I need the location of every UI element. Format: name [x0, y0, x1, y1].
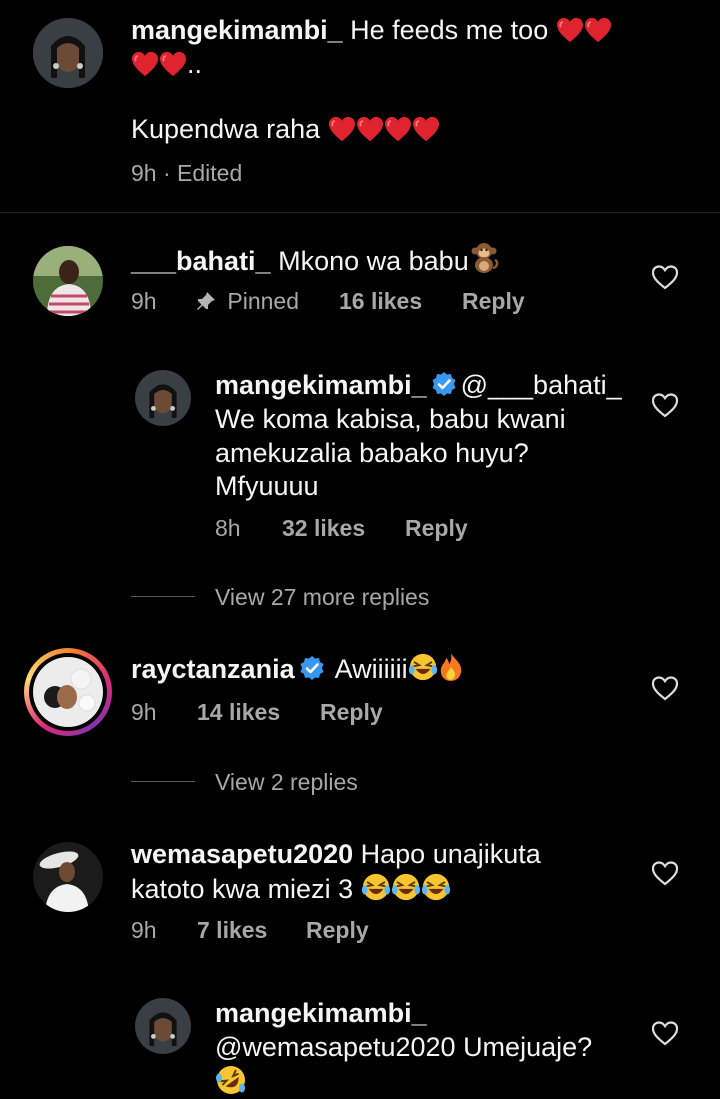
- verified-badge-icon: [431, 371, 457, 397]
- heart-outline-icon[interactable]: [651, 1020, 679, 1046]
- red-heart-emoji: [384, 116, 412, 142]
- replies-line: [131, 596, 195, 597]
- laughing-emoji: [361, 872, 391, 902]
- comment-text: amekuzalia babako huyu?: [215, 438, 529, 468]
- view-more-replies[interactable]: View 27 more replies: [215, 584, 429, 611]
- red-heart-emoji: [356, 116, 384, 142]
- pin-icon: [197, 292, 215, 310]
- comment-text: Mkono wa babu: [278, 246, 469, 276]
- story-ring[interactable]: [24, 648, 112, 736]
- reply-button[interactable]: Reply: [306, 917, 369, 944]
- comment-time: 9h: [131, 699, 157, 725]
- avatar[interactable]: [33, 246, 103, 316]
- comment-username[interactable]: mangekimambi_: [215, 370, 427, 400]
- rolling-laugh-emoji: [215, 1064, 247, 1096]
- comment-text: Awiiiiii: [334, 654, 408, 684]
- avatar: [29, 653, 107, 731]
- comment-text: @wemasapetu2020 Umejuaje?: [215, 1032, 593, 1062]
- laughing-emoji: [391, 872, 421, 902]
- heart-outline-icon[interactable]: [651, 264, 679, 290]
- comment-text-trailing: ..: [187, 49, 203, 79]
- comment-time: 9h: [131, 288, 157, 314]
- avatar[interactable]: [33, 18, 103, 88]
- red-heart-emoji: [131, 51, 159, 77]
- comment-username[interactable]: wemasapetu2020: [131, 839, 353, 869]
- edited-label: · Edited: [162, 160, 243, 186]
- heart-outline-icon[interactable]: [651, 392, 679, 418]
- pinned-label: Pinned: [227, 288, 300, 314]
- avatar[interactable]: [33, 842, 103, 912]
- avatar[interactable]: [135, 370, 191, 426]
- heart-outline-icon[interactable]: [651, 860, 679, 886]
- caption-divider: [0, 212, 720, 213]
- verified-badge-icon: [299, 655, 325, 681]
- comment-username[interactable]: ___bahati_: [131, 246, 271, 276]
- likes-count[interactable]: 14 likes: [197, 699, 280, 726]
- avatar[interactable]: [135, 998, 191, 1054]
- replies-line: [131, 781, 195, 782]
- likes-count[interactable]: 32 likes: [282, 515, 365, 542]
- red-heart-emoji: [584, 17, 612, 43]
- comment-text: Mfyuuuu: [215, 471, 319, 501]
- laughing-emoji: [421, 872, 451, 902]
- comment-username[interactable]: mangekimambi_: [215, 998, 427, 1028]
- heart-outline-icon[interactable]: [651, 675, 679, 701]
- likes-count[interactable]: 16 likes: [339, 288, 422, 315]
- comment-time: 9h: [131, 917, 157, 943]
- red-heart-emoji: [328, 116, 356, 142]
- comment-text: Kupendwa raha: [131, 114, 321, 144]
- comment-text: We koma kabisa, babu kwani: [215, 404, 566, 434]
- red-heart-emoji: [159, 51, 187, 77]
- reply-button[interactable]: Reply: [320, 699, 383, 726]
- reply-button[interactable]: Reply: [405, 515, 468, 542]
- monkey-emoji: [469, 242, 499, 274]
- comment-text: He feeds me too: [350, 15, 549, 45]
- comment-text: katoto kwa miezi 3: [131, 874, 354, 904]
- comment-time: 8h: [215, 515, 241, 541]
- comment-username[interactable]: rayctanzania: [131, 654, 295, 684]
- reply-button[interactable]: Reply: [462, 288, 525, 315]
- fire-emoji: [438, 652, 464, 682]
- laughing-emoji: [408, 652, 438, 682]
- comment-username[interactable]: mangekimambi_: [131, 15, 343, 45]
- comment-time: 9h: [131, 160, 157, 186]
- mention-link[interactable]: @___bahati_: [461, 370, 622, 400]
- red-heart-emoji: [412, 116, 440, 142]
- view-replies[interactable]: View 2 replies: [215, 769, 358, 796]
- comment-text: Hapo unajikuta: [360, 839, 541, 869]
- red-heart-emoji: [556, 17, 584, 43]
- likes-count[interactable]: 7 likes: [197, 917, 267, 944]
